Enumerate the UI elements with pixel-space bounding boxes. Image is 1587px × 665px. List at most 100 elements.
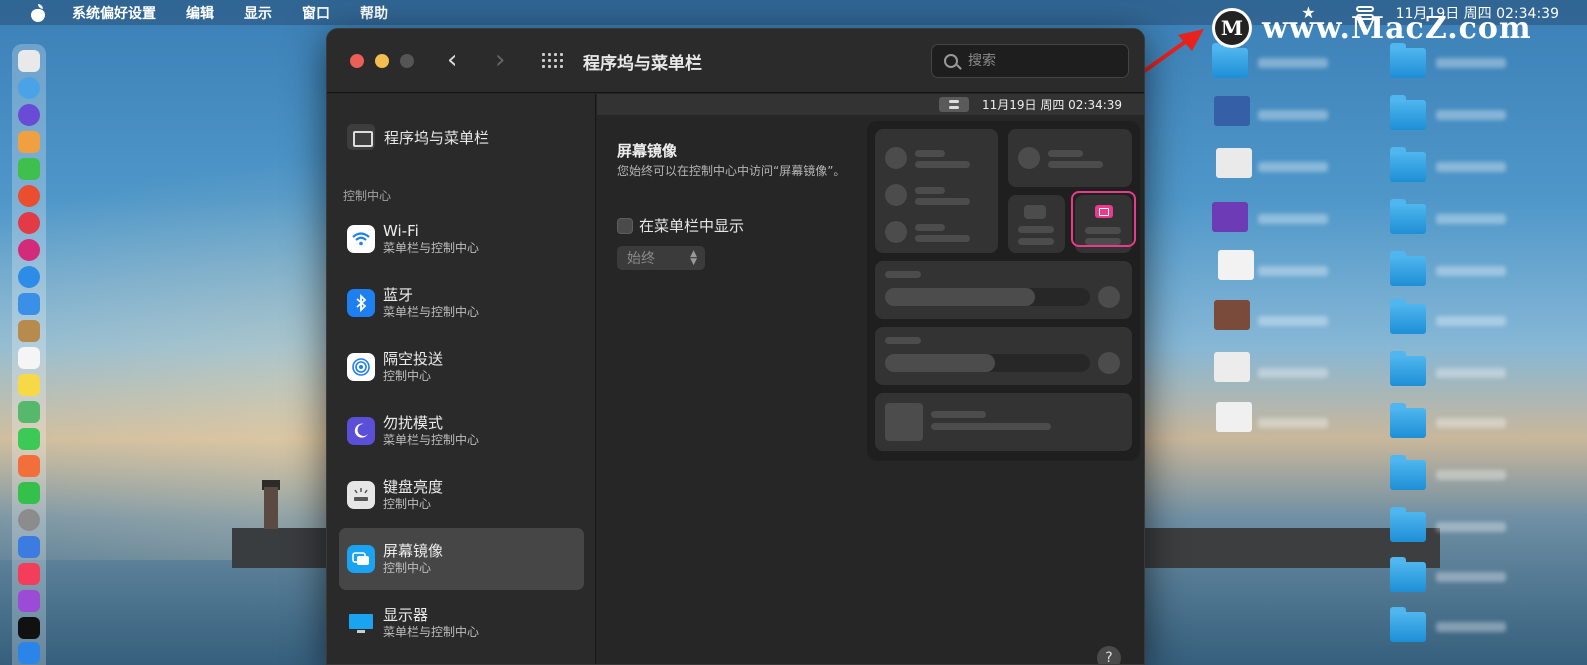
menubar-preview: 11月19日 周四 02:34:39 [597, 94, 1144, 115]
desktop-document-file[interactable] [1218, 250, 1254, 280]
desktop-folder[interactable] [1390, 299, 1426, 334]
desktop-folder[interactable] [1390, 351, 1426, 386]
contacts-icon[interactable] [18, 320, 40, 342]
file-name-label [1258, 418, 1328, 428]
notes-icon[interactable] [18, 374, 40, 396]
menu-help[interactable]: 帮助 [360, 3, 388, 23]
title-bar: ‹ › 程序坞与菜单栏 [327, 29, 1144, 93]
sidebar-section-header: 控制中心 [343, 189, 392, 203]
preview-connectivity-module [875, 129, 998, 253]
sidebar-item-subtitle: 菜单栏与控制中心 [383, 305, 480, 319]
sidebar-item-airdrop[interactable]: 隔空投送 控制中心 [339, 336, 584, 398]
desktop-folder[interactable] [1390, 607, 1426, 642]
desktop-folder[interactable] [1390, 147, 1426, 182]
mail-icon[interactable] [18, 293, 40, 315]
desktop-folder[interactable] [1390, 43, 1426, 78]
wallpaper-lighthouse [264, 487, 278, 529]
desktop-document-file[interactable] [1214, 352, 1250, 382]
desktop-folder[interactable] [1390, 199, 1426, 234]
display-icon [347, 609, 375, 637]
watermark-text: www.MacZ.com [1262, 10, 1532, 46]
launchpad-grid-icon[interactable] [18, 131, 40, 153]
sidebar-item-wifi[interactable]: Wi-Fi 菜单栏与控制中心 [339, 208, 584, 270]
keyboard-brightness-icon [347, 481, 375, 509]
desktop-folder[interactable] [1390, 251, 1426, 286]
apple-tv-icon[interactable] [18, 617, 40, 639]
show-all-grid-icon[interactable] [542, 53, 564, 69]
show-in-menubar-checkbox[interactable] [617, 217, 633, 234]
menubar-preview-clock: 11月19日 周四 02:34:39 [982, 98, 1123, 112]
sidebar-item-title: 键盘亮度 [383, 478, 444, 496]
help-button[interactable]: ? [1097, 646, 1121, 664]
visibility-select[interactable]: 始终 ▲ ▼ [617, 246, 705, 270]
file-name-label [1436, 266, 1506, 276]
close-button[interactable] [350, 54, 364, 68]
forward-button[interactable]: › [495, 45, 505, 75]
system-preferences-icon[interactable] [18, 509, 40, 531]
file-name-label [1436, 214, 1506, 224]
chrome-icon[interactable] [18, 185, 40, 207]
file-name-label [1258, 162, 1328, 172]
desktop-folder[interactable] [1390, 95, 1426, 130]
menu-app-name[interactable]: 系统偏好设置 [72, 3, 156, 23]
wifi-icon [347, 225, 375, 253]
photos-icon[interactable] [18, 455, 40, 477]
sidebar-item-screen-mirroring[interactable]: 屏幕镜像 控制中心 [339, 528, 584, 590]
maps-icon[interactable] [18, 401, 40, 423]
sidebar-item-title: 隔空投送 [383, 350, 444, 368]
desktop-folder[interactable] [1390, 557, 1426, 592]
calendar-icon[interactable] [18, 347, 40, 369]
menu-window[interactable]: 窗口 [302, 3, 330, 23]
sidebar-item-title: 显示器 [383, 606, 429, 624]
file-name-label [1258, 214, 1328, 224]
show-in-menubar-row[interactable]: 在菜单栏中显示 [617, 215, 744, 236]
sidebar-item-dock-menubar[interactable]: 程序坞与菜单栏 [347, 124, 489, 150]
safari-icon[interactable] [18, 266, 40, 288]
app-store-icon[interactable] [18, 642, 40, 664]
pink-app-icon[interactable] [18, 239, 40, 261]
menu-edit[interactable]: 编辑 [186, 3, 214, 23]
file-name-label [1258, 266, 1328, 276]
control-center-preview-icon [939, 97, 969, 112]
file-name-label [1258, 110, 1328, 120]
screen-mirroring-icon [347, 545, 375, 573]
file-name-label [1436, 58, 1506, 68]
desktop-subtitle-file[interactable] [1216, 402, 1252, 432]
show-in-menubar-label[interactable]: 在菜单栏中显示 [639, 215, 744, 236]
desktop-image-file[interactable] [1214, 300, 1250, 330]
facetime-icon[interactable] [18, 482, 40, 504]
menu-view[interactable]: 显示 [244, 3, 272, 23]
launchpad-icon[interactable] [18, 77, 40, 99]
desktop-app-file[interactable] [1214, 96, 1250, 126]
sidebar-item-do-not-disturb[interactable]: 勿扰模式 菜单栏与控制中心 [339, 400, 584, 462]
siri-icon[interactable] [18, 104, 40, 126]
file-name-label [1436, 572, 1506, 582]
sidebar-item-display[interactable]: 显示器 菜单栏与控制中心 [339, 592, 584, 654]
desktop-folder[interactable] [1390, 403, 1426, 438]
red-app-icon[interactable] [18, 212, 40, 234]
minimize-button[interactable] [375, 54, 389, 68]
preview-now-playing [875, 393, 1132, 451]
podcasts-icon[interactable] [18, 590, 40, 612]
sidebar-item-label: 程序坞与菜单栏 [384, 128, 490, 147]
desktop-folder[interactable] [1212, 43, 1248, 78]
back-button[interactable]: ‹ [447, 45, 457, 75]
file-name-label [1258, 316, 1328, 326]
search-input[interactable] [968, 53, 1118, 69]
search-field[interactable] [931, 44, 1129, 78]
messages-icon[interactable] [18, 428, 40, 450]
preview-keyboard-module [1008, 195, 1065, 253]
keynote-icon[interactable] [18, 536, 40, 558]
desktop-folder[interactable] [1390, 455, 1426, 490]
zoom-button[interactable] [400, 54, 414, 68]
desktop-folder[interactable] [1390, 507, 1426, 542]
music-icon[interactable] [18, 563, 40, 585]
finder-icon[interactable] [18, 50, 40, 72]
dock [12, 44, 46, 665]
desktop-image-file[interactable] [1212, 202, 1248, 232]
desktop-document-file[interactable] [1216, 148, 1252, 178]
sidebar-item-bluetooth[interactable]: 蓝牙 菜单栏与控制中心 [339, 272, 584, 334]
apple-menu-icon[interactable] [30, 3, 46, 22]
android-icon[interactable] [18, 158, 40, 180]
sidebar-item-keyboard-brightness[interactable]: 键盘亮度 控制中心 [339, 464, 584, 526]
